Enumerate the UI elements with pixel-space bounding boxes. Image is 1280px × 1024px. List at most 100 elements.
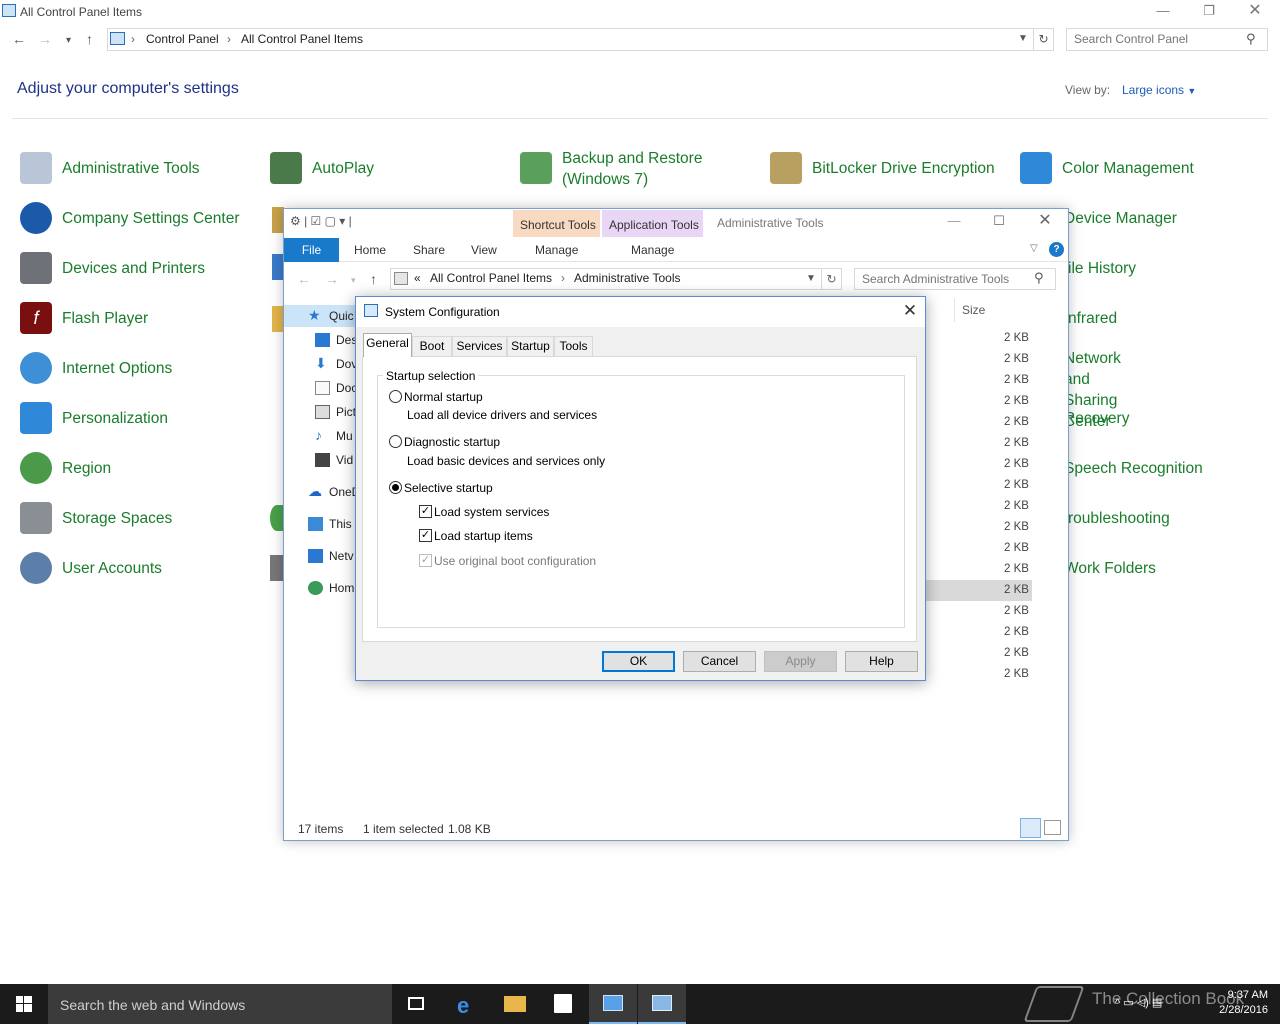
file-size: 2 KB	[1004, 668, 1029, 680]
explorer-back-arrow-icon[interactable]: ←	[297, 271, 311, 287]
load-system-services-checkbox[interactable]: ✓	[419, 505, 432, 518]
explorer-recent-chevron-icon[interactable]: ▾	[351, 275, 356, 286]
explorer-minimize-button[interactable]: —	[931, 210, 977, 234]
system-tray-icons[interactable]: ^ ▭ ◁) ▤	[1115, 996, 1162, 1009]
help-button[interactable]: Help	[845, 651, 918, 672]
normal-startup-label[interactable]: Normal startup	[404, 390, 483, 404]
quick-access-toolbar[interactable]: ⚙ | ☑ ▢ ▾ |	[290, 214, 352, 228]
breadcrumb-all-items[interactable]: All Control Panel Items	[241, 32, 363, 46]
color-management-icon	[1020, 152, 1052, 184]
close-button[interactable]: ✕	[1232, 0, 1278, 24]
selective-startup-label[interactable]: Selective startup	[404, 481, 493, 495]
videos-icon	[315, 453, 330, 467]
tab-boot[interactable]: Boot	[412, 336, 452, 356]
diagnostic-startup-radio[interactable]	[389, 435, 402, 448]
tab-manage-shortcut[interactable]: Manage	[535, 243, 578, 257]
search-control-panel-input[interactable]	[1074, 32, 1234, 46]
breadcrumb-control-panel[interactable]: Control Panel	[146, 32, 219, 46]
msconfig-taskbar-icon[interactable]	[638, 984, 686, 1024]
tab-startup[interactable]: Startup	[507, 336, 554, 356]
status-selection: 1 item selected	[363, 822, 444, 836]
restore-button[interactable]: ❐	[1186, 0, 1232, 24]
store-icon[interactable]	[539, 984, 587, 1024]
file-explorer-icon[interactable]	[491, 984, 539, 1024]
partial-icon	[270, 505, 284, 531]
details-view-icon[interactable]	[1020, 818, 1041, 838]
file-size: 2 KB	[1004, 332, 1029, 344]
breadcrumb-all-items[interactable]: All Control Panel Items	[430, 271, 552, 285]
cp-item-backup-and-restore[interactable]: Backup and Restore (Windows 7)	[520, 148, 740, 188]
flash-player-icon: f	[20, 302, 52, 334]
file-size: 2 KB	[1004, 500, 1029, 512]
tab-services[interactable]: Services	[452, 336, 507, 356]
star-icon: ★	[308, 307, 321, 323]
breadcrumb-overflow[interactable]: «	[414, 271, 421, 285]
file-size: 2 KB	[1004, 416, 1029, 428]
view-by-dropdown[interactable]: Large icons ▼	[1122, 83, 1196, 97]
explorer-refresh-icon[interactable]: ↻	[822, 268, 842, 290]
control-panel-taskbar-icon[interactable]	[589, 984, 637, 1024]
selective-startup-radio[interactable]	[389, 481, 402, 494]
tab-home[interactable]: Home	[354, 243, 386, 257]
up-arrow-icon[interactable]: ↑	[86, 31, 93, 47]
file-size: 2 KB	[1004, 521, 1029, 533]
file-size: 2 KB	[1004, 626, 1029, 638]
tab-share[interactable]: Share	[413, 243, 445, 257]
control-panel-titlebar	[0, 0, 1280, 24]
load-system-services-label[interactable]: Load system services	[434, 505, 549, 519]
tab-manage-application[interactable]: Manage	[631, 243, 674, 257]
ok-button[interactable]: OK	[602, 651, 675, 672]
address-dropdown-chevron-icon[interactable]: ▼	[1018, 33, 1028, 44]
desktop-icon	[315, 333, 330, 347]
ribbon-expand-chevron-icon[interactable]: ▽	[1030, 243, 1038, 254]
explorer-forward-arrow-icon[interactable]: →	[325, 271, 339, 287]
file-size: 2 KB	[1004, 542, 1029, 554]
task-view-icon[interactable]	[392, 984, 440, 1024]
explorer-maximize-button[interactable]: ☐	[976, 210, 1022, 234]
onedrive-cloud-icon: ☁	[308, 483, 322, 499]
explorer-window-title: Administrative Tools	[717, 216, 824, 230]
startup-selection-label: Startup selection	[383, 369, 479, 383]
taskbar-search-text: Search the web and Windows	[60, 997, 246, 1013]
apply-button: Apply	[764, 651, 837, 672]
minimize-button[interactable]: —	[1140, 0, 1186, 24]
tab-view[interactable]: View	[471, 243, 497, 257]
explorer-close-button[interactable]: ✕	[1022, 210, 1068, 234]
tab-file[interactable]: File	[284, 238, 339, 262]
forward-arrow-icon[interactable]: →	[38, 31, 52, 47]
file-size: 2 KB	[1004, 584, 1029, 596]
search-icon[interactable]: ⚲	[1246, 31, 1256, 47]
column-header-size[interactable]: Size	[962, 303, 985, 317]
cancel-button[interactable]: Cancel	[683, 651, 756, 672]
load-startup-items-checkbox[interactable]: ✓	[419, 529, 432, 542]
start-button[interactable]	[0, 984, 48, 1024]
tab-tools[interactable]: Tools	[554, 336, 593, 356]
music-note-icon: ♪	[315, 427, 322, 443]
status-selection-size: 1.08 KB	[448, 822, 491, 836]
explorer-address-chevron-icon[interactable]: ▼	[806, 273, 816, 284]
breadcrumb-administrative-tools[interactable]: Administrative Tools	[574, 271, 681, 285]
help-icon[interactable]: ?	[1049, 242, 1064, 257]
dialog-close-icon[interactable]: ✕	[896, 300, 924, 324]
explorer-up-arrow-icon[interactable]: ↑	[370, 271, 377, 287]
explorer-search-icon[interactable]: ⚲	[1034, 270, 1044, 286]
autoplay-icon	[270, 152, 302, 184]
view-by-value: Large icons	[1122, 83, 1185, 97]
search-administrative-tools-input[interactable]	[862, 272, 1022, 286]
diagnostic-startup-label[interactable]: Diagnostic startup	[404, 435, 500, 449]
refresh-icon[interactable]: ↻	[1034, 28, 1054, 51]
normal-startup-radio[interactable]	[389, 390, 402, 403]
back-arrow-icon[interactable]: ←	[12, 31, 26, 47]
breadcrumb-separator: ›	[561, 271, 565, 285]
tab-general[interactable]: General	[363, 333, 412, 357]
clock-date: 2/28/2016	[1219, 1004, 1268, 1016]
load-startup-items-label[interactable]: Load startup items	[434, 529, 533, 543]
column-divider	[954, 298, 955, 322]
backup-restore-icon	[520, 152, 552, 184]
file-size: 2 KB	[1004, 563, 1029, 575]
file-size: 2 KB	[1004, 458, 1029, 470]
edge-browser-icon[interactable]: e	[443, 984, 491, 1024]
large-icons-view-icon[interactable]	[1044, 820, 1061, 835]
taskbar-clock[interactable]: 9:37 AM 2/28/2016	[1208, 988, 1268, 1018]
recent-locations-chevron-icon[interactable]: ▾	[66, 35, 71, 46]
